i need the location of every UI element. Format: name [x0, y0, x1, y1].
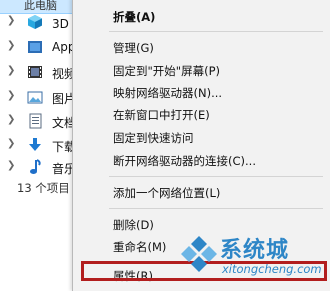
chevron-right-icon[interactable]: ❯	[7, 160, 15, 172]
menu-item-label: 删除(D)	[113, 218, 154, 232]
chevron-right-icon[interactable]: ❯	[7, 65, 15, 77]
chevron-right-icon[interactable]: ❯	[7, 138, 15, 150]
watermark: 系统城 xitongcheng.com	[180, 232, 330, 291]
menu-item-label: 固定到快速访问	[113, 131, 194, 145]
watermark-title: 系统城	[220, 238, 290, 263]
menu-item-label: 映射网络驱动器(N)...	[113, 86, 223, 100]
chevron-right-icon[interactable]: ❯	[7, 40, 15, 52]
menu-separator	[109, 176, 323, 177]
documents-icon	[26, 112, 44, 130]
downloads-icon	[26, 136, 44, 154]
menu-item-collapse[interactable]: 折叠(A)	[73, 5, 330, 27]
watermark-url: xitongcheng.com	[222, 262, 322, 276]
menu-item-label: 折叠(A)	[113, 10, 156, 24]
menu-separator	[109, 31, 323, 32]
menu-item-pin-quick-access[interactable]: 固定到快速访问	[73, 126, 330, 148]
menu-item-label: 重命名(M)	[113, 240, 167, 254]
music-icon	[26, 158, 44, 176]
menu-separator	[109, 208, 323, 209]
status-item-count: 13 个项目	[17, 181, 70, 195]
menu-item-label: 管理(G)	[113, 41, 154, 55]
videos-icon	[26, 63, 44, 81]
menu-item-label: 断开网络驱动器的连接(C)...	[113, 154, 256, 168]
menu-item-manage[interactable]: 管理(G)	[73, 36, 330, 58]
pictures-icon	[26, 88, 44, 106]
apps-folder-icon	[26, 38, 44, 56]
chevron-right-icon[interactable]: ❯	[7, 114, 15, 126]
menu-item-map-network-drive[interactable]: 映射网络驱动器(N)...	[73, 81, 330, 103]
watermark-logo-icon	[181, 236, 217, 272]
3d-objects-icon	[26, 13, 44, 31]
menu-item-disconnect-network-drive[interactable]: 断开网络驱动器的连接(C)...	[73, 149, 330, 171]
menu-item-pin-to-start[interactable]: 固定到"开始"屏幕(P)	[73, 59, 330, 81]
menu-item-label: 在新窗口中打开(E)	[113, 108, 210, 122]
chevron-right-icon[interactable]: ❯	[7, 15, 15, 27]
chevron-right-icon[interactable]: ❯	[7, 90, 15, 102]
menu-item-label: 添加一个网络位置(L)	[113, 186, 221, 200]
menu-item-label: 固定到"开始"屏幕(P)	[113, 64, 220, 78]
menu-item-open-new-window[interactable]: 在新窗口中打开(E)	[73, 103, 330, 125]
menu-item-add-network-location[interactable]: 添加一个网络位置(L)	[73, 181, 330, 203]
